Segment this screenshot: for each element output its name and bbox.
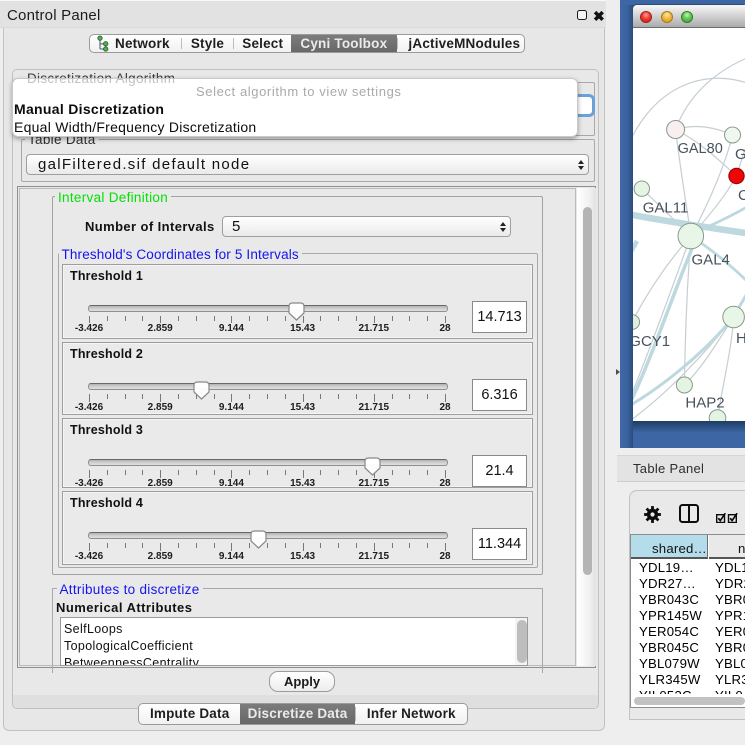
svg-text:GAL4: GAL4 (692, 252, 730, 269)
svg-text:H: H (736, 330, 745, 347)
svg-text:C: C (738, 187, 745, 204)
svg-text:GAL80: GAL80 (678, 141, 723, 157)
svg-text:GA: GA (735, 146, 745, 163)
svg-text:HAP2: HAP2 (685, 395, 724, 412)
svg-text:GAL11: GAL11 (643, 200, 689, 217)
svg-text:GCY1: GCY1 (632, 333, 670, 350)
